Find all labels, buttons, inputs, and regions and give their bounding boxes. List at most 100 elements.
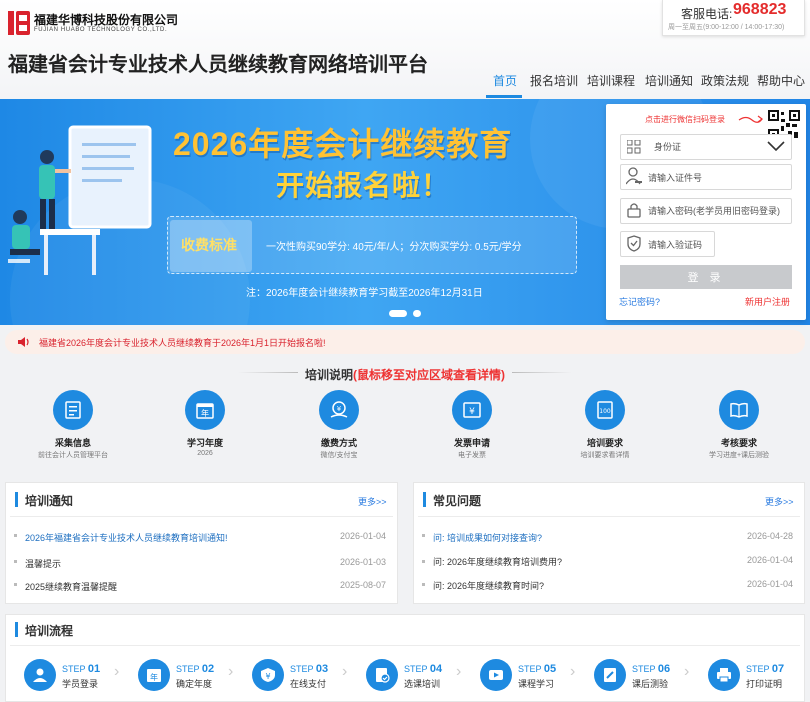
nav-policy[interactable]: 政策法规: [701, 72, 749, 89]
fee-label: 收费标准: [181, 237, 237, 253]
training-info-item[interactable]: 考核要求 学习进度+课后测验: [684, 388, 794, 468]
step-label: 确定年度: [176, 679, 213, 689]
notice-text[interactable]: 福建省2026年度会计专业技术人员继续教育于2026年1月1日开始报名啦!: [39, 336, 326, 349]
bullet-icon: [422, 583, 425, 586]
faq-more-link[interactable]: 更多>>: [765, 495, 794, 508]
training-info-item-title: 发票申请: [453, 438, 490, 448]
password-placeholder: 请输入密码(老学员用旧密码登录): [648, 206, 780, 216]
card-divider: [10, 516, 393, 517]
step-label: 打印证明: [746, 679, 783, 689]
card-accent-bar: [15, 492, 18, 507]
training-info-item-subtitle: 2026: [197, 450, 213, 457]
training-info-item-subtitle: 培训要求看详情: [580, 452, 630, 459]
book-icon: [719, 390, 759, 430]
notice-item-title[interactable]: 2026年福建省会计专业技术人员继续教育培训通知!: [25, 531, 228, 544]
faq-item-date: 2026-01-04: [747, 555, 794, 565]
step-number: STEP 06: [632, 663, 671, 675]
invoice-icon: ¥: [452, 390, 492, 430]
bullet-icon: [422, 560, 425, 563]
lock-icon: [627, 203, 641, 218]
nav-active-indicator: [486, 95, 522, 98]
training-info-item[interactable]: 年 学习年度 2026: [150, 388, 260, 468]
card-divider: [418, 516, 800, 517]
notice-item-date: 2026-01-03: [340, 557, 387, 567]
user-icon: [626, 167, 642, 185]
training-info-item-title: 采集信息: [54, 438, 91, 448]
svg-text:100: 100: [599, 408, 611, 415]
step-number: STEP 07: [746, 663, 785, 675]
service-hours: 周一至周五(9:00-12:00 / 14:00-17:30): [668, 24, 785, 31]
section-divider-right: [512, 372, 572, 373]
test-icon: [594, 659, 626, 691]
login-button[interactable]: 登 录: [620, 265, 792, 289]
nav-register[interactable]: 报名培训: [530, 72, 578, 89]
training-info-item-subtitle: 微信/支付宝: [320, 452, 358, 459]
svg-text:¥: ¥: [265, 672, 270, 681]
arrow-icon: [738, 115, 763, 123]
id-number-placeholder: 请输入证件号: [648, 173, 703, 183]
nav-notices[interactable]: 培训通知: [645, 72, 693, 89]
carousel-dot[interactable]: [413, 310, 421, 317]
carousel-dot-active[interactable]: [389, 310, 407, 317]
step-label: 课后测验: [632, 679, 669, 689]
nav-courses[interactable]: 培训课程: [587, 72, 635, 89]
faq-item-date: 2026-04-28: [747, 531, 794, 541]
training-info-item-title: 缴费方式: [320, 438, 357, 448]
faq-prefix: 问:: [433, 533, 445, 543]
faq-item[interactable]: 问: 培训成果如何对接查询?: [433, 531, 542, 544]
card-divider: [10, 645, 800, 646]
faq-item[interactable]: 问: 2026年度继续教育培训费用?: [433, 555, 562, 568]
faq-question: 2026年度继续教育时间?: [447, 581, 545, 591]
training-info-item[interactable]: ¥ 缴费方式 微信/支付宝: [284, 388, 394, 468]
training-info-item-subtitle: 前往会计人员管理平台: [38, 452, 108, 459]
payment-icon: ¥: [319, 390, 359, 430]
service-phone-box: 客服电话: 968823 周一至周五(9:00-12:00 / 14:00-17…: [662, 0, 805, 36]
chevron-right-icon: ›: [456, 663, 462, 680]
notice-item-title[interactable]: 2025继续教育温馨提醒: [25, 580, 117, 593]
training-info-item-title: 培训要求: [586, 438, 623, 448]
step-label: 在线支付: [290, 679, 327, 689]
notice-item-title[interactable]: 温馨提示: [25, 557, 61, 570]
bullet-icon: [14, 560, 17, 563]
svg-text:¥: ¥: [337, 405, 342, 413]
svg-text:¥: ¥: [469, 407, 475, 417]
captcha-placeholder: 请输入验证码: [648, 240, 703, 250]
training-info-item-title: 学习年度: [186, 438, 223, 448]
training-info-item[interactable]: 100 培训要求 培训要求看详情: [550, 388, 660, 468]
bullet-icon: [14, 583, 17, 586]
step-label: 学员登录: [62, 679, 99, 689]
card-accent-bar: [423, 492, 426, 507]
training-info-item-title: 考核要求: [720, 438, 757, 448]
faq-question: 培训成果如何对接查询?: [447, 533, 543, 543]
nav-home[interactable]: 首页: [493, 72, 517, 89]
faq-item-date: 2026-01-04: [747, 579, 794, 589]
forgot-password-link[interactable]: 忘记密码?: [619, 295, 660, 308]
training-info-item[interactable]: 采集信息 前往会计人员管理平台: [18, 388, 128, 468]
faq-question: 2026年度继续教育培训费用?: [447, 557, 563, 567]
training-info-item[interactable]: ¥ 发票申请 电子发票: [417, 388, 527, 468]
year-icon: 年: [138, 659, 170, 691]
training-info-title: 培训说明(鼠标移至对应区域查看详情): [305, 366, 505, 383]
company-name: 福建华博科技股份有限公司: [34, 13, 179, 27]
printer-icon: [708, 659, 740, 691]
faq-title: 常见问题: [433, 494, 482, 508]
shield-check-icon: [627, 235, 641, 252]
register-link[interactable]: 新用户注册: [745, 295, 790, 308]
bullet-icon: [422, 534, 425, 537]
wechat-login-hint[interactable]: 点击进行微信扫码登录: [645, 114, 725, 125]
nav-help[interactable]: 帮助中心: [757, 72, 805, 89]
notice-item-date: 2026-01-04: [340, 531, 387, 541]
phone-number: 968823: [733, 1, 787, 18]
training-notice-more-link[interactable]: 更多>>: [358, 495, 387, 508]
step-number: STEP 01: [62, 663, 101, 675]
user-icon: [24, 659, 56, 691]
chevron-down-icon[interactable]: [767, 141, 785, 151]
step-number: STEP 05: [518, 663, 557, 675]
id-number-field[interactable]: [620, 164, 792, 190]
grid-icon: [627, 140, 641, 154]
step-number: STEP 02: [176, 663, 215, 675]
id-type-value: 身份证: [654, 142, 682, 152]
company-name-en: FUJIAN HUABO TECHNOLOGY CO.,LTD.: [34, 27, 168, 33]
phone-label: 客服电话:: [681, 7, 733, 21]
faq-item[interactable]: 问: 2026年度继续教育时间?: [433, 579, 544, 592]
